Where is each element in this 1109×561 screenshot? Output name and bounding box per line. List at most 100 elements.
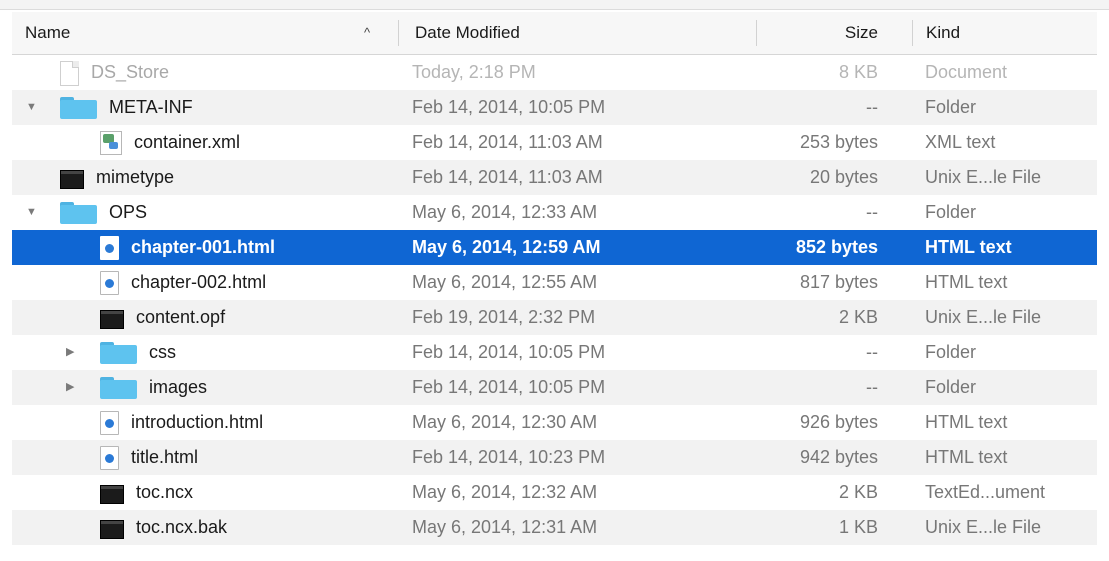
file-name[interactable]: title.html [131, 440, 198, 475]
file-row[interactable]: introduction.html May 6, 2014, 12:30 AM 92… [12, 405, 1097, 440]
column-header-kind[interactable]: Kind [926, 12, 960, 54]
html-file-icon [100, 411, 119, 435]
file-name[interactable]: META-INF [109, 90, 193, 125]
file-row[interactable]: chapter-001.html May 6, 2014, 12:59 AM 852… [12, 230, 1097, 265]
file-size: 253 bytes [799, 132, 878, 152]
date-modified: May 6, 2014, 12:59 AM [412, 237, 601, 257]
date-modified: Feb 14, 2014, 10:05 PM [412, 377, 606, 397]
file-size: 852 bytes [795, 237, 878, 257]
unix-executable-icon [100, 310, 124, 329]
disclosure-collapsed-icon[interactable]: ▶ [66, 335, 74, 370]
file-row[interactable]: chapter-002.html May 6, 2014, 12:55 AM 817… [12, 265, 1097, 300]
html-file-icon [100, 236, 119, 260]
file-name[interactable]: toc.ncx.bak [136, 510, 227, 545]
file-row[interactable]: mimetype Feb 14, 2014, 11:03 AM 20 bytes Un… [12, 160, 1097, 195]
file-row[interactable]: ▶ images Feb 14, 2014, 10:05 PM -- Folder [12, 370, 1097, 405]
file-size: 20 bytes [809, 167, 878, 187]
folder-icon [60, 202, 97, 224]
unix-executable-icon [100, 485, 124, 504]
column-header-name[interactable]: Name [25, 12, 70, 54]
folder-icon [100, 342, 137, 364]
column-header-date-modified[interactable]: Date Modified [415, 12, 520, 54]
file-row[interactable]: container.xml Feb 14, 2014, 11:03 AM 253 b… [12, 125, 1097, 160]
file-name[interactable]: images [149, 370, 207, 405]
date-modified: Feb 14, 2014, 10:05 PM [412, 97, 606, 117]
file-kind: Folder [925, 97, 977, 117]
file-name[interactable]: container.xml [134, 125, 240, 160]
file-kind: Folder [925, 202, 977, 222]
file-name[interactable]: DS_Store [91, 55, 169, 90]
document-icon [60, 61, 79, 86]
file-size: 2 KB [838, 307, 878, 327]
file-kind: HTML text [925, 237, 1012, 257]
file-size: 2 KB [838, 482, 878, 502]
file-kind: Folder [925, 377, 977, 397]
file-name[interactable]: toc.ncx [136, 475, 193, 510]
file-size: -- [866, 377, 878, 397]
file-kind: Unix E...le File [925, 307, 1042, 327]
disclosure-expanded-icon[interactable]: ▼ [26, 195, 37, 230]
file-size: 8 KB [838, 62, 878, 82]
column-divider[interactable] [398, 20, 399, 46]
date-modified: May 6, 2014, 12:32 AM [412, 482, 598, 502]
file-size: -- [866, 97, 878, 117]
column-divider[interactable] [912, 20, 913, 46]
file-list: DS_Store Today, 2:18 PM 8 KB Document ▼ META-… [12, 55, 1097, 545]
file-size: -- [866, 202, 878, 222]
file-kind: XML text [925, 132, 996, 152]
file-kind: HTML text [925, 272, 1008, 292]
file-name[interactable]: chapter-001.html [131, 230, 275, 265]
sort-ascending-icon[interactable]: ^ [364, 12, 370, 54]
file-kind: Document [925, 62, 1008, 82]
html-file-icon [100, 446, 119, 470]
date-modified: May 6, 2014, 12:55 AM [412, 272, 598, 292]
column-divider[interactable] [756, 20, 757, 46]
date-modified: Feb 19, 2014, 2:32 PM [412, 307, 596, 327]
date-modified: Feb 14, 2014, 10:05 PM [412, 342, 606, 362]
file-row[interactable]: ▶ css Feb 14, 2014, 10:05 PM -- Folder [12, 335, 1097, 370]
file-row[interactable]: toc.ncx May 6, 2014, 12:32 AM 2 KB TextEd..… [12, 475, 1097, 510]
file-kind: Unix E...le File [925, 517, 1042, 537]
file-kind: TextEd...ument [925, 482, 1046, 502]
date-modified: Feb 14, 2014, 11:03 AM [412, 167, 603, 187]
disclosure-expanded-icon[interactable]: ▼ [26, 90, 37, 125]
file-row[interactable]: title.html Feb 14, 2014, 10:23 PM 942 byte… [12, 440, 1097, 475]
file-row[interactable]: ▼ OPS May 6, 2014, 12:33 AM -- Folder [12, 195, 1097, 230]
file-row[interactable]: ▼ META-INF Feb 14, 2014, 10:05 PM -- Folder [12, 90, 1097, 125]
file-name[interactable]: mimetype [96, 160, 174, 195]
file-kind: Unix E...le File [925, 167, 1042, 187]
date-modified: May 6, 2014, 12:33 AM [412, 202, 598, 222]
file-kind: HTML text [925, 412, 1008, 432]
file-size: 817 bytes [799, 272, 878, 292]
file-name[interactable]: introduction.html [131, 405, 263, 440]
xml-file-icon [100, 131, 122, 155]
date-modified: May 6, 2014, 12:30 AM [412, 412, 598, 432]
column-header-size[interactable]: Size [772, 12, 878, 54]
column-header-bar: Name ^ Date Modified Size Kind [12, 12, 1097, 55]
folder-icon [60, 97, 97, 119]
file-size: 942 bytes [799, 447, 878, 467]
disclosure-collapsed-icon[interactable]: ▶ [66, 370, 74, 405]
file-size: 926 bytes [799, 412, 878, 432]
file-name[interactable]: chapter-002.html [131, 265, 266, 300]
file-row[interactable]: content.opf Feb 19, 2014, 2:32 PM 2 KB Unix… [12, 300, 1097, 335]
file-kind: Folder [925, 342, 977, 362]
date-modified: Feb 14, 2014, 11:03 AM [412, 132, 603, 152]
folder-icon [100, 377, 137, 399]
file-name[interactable]: OPS [109, 195, 147, 230]
file-name[interactable]: content.opf [136, 300, 225, 335]
date-modified: May 6, 2014, 12:31 AM [412, 517, 598, 537]
file-size: 1 KB [838, 517, 878, 537]
html-file-icon [100, 271, 119, 295]
file-row[interactable]: toc.ncx.bak May 6, 2014, 12:31 AM 1 KB Unix… [12, 510, 1097, 545]
window-top-edge [0, 0, 1109, 10]
file-row[interactable]: DS_Store Today, 2:18 PM 8 KB Document [12, 55, 1097, 90]
file-kind: HTML text [925, 447, 1008, 467]
file-name[interactable]: css [149, 335, 176, 370]
date-modified: Feb 14, 2014, 10:23 PM [412, 447, 606, 467]
unix-executable-icon [100, 520, 124, 539]
unix-executable-icon [60, 170, 84, 189]
date-modified: Today, 2:18 PM [412, 62, 536, 82]
finder-list-view: Name ^ Date Modified Size Kind DS_Store T… [12, 12, 1097, 561]
file-size: -- [866, 342, 878, 362]
